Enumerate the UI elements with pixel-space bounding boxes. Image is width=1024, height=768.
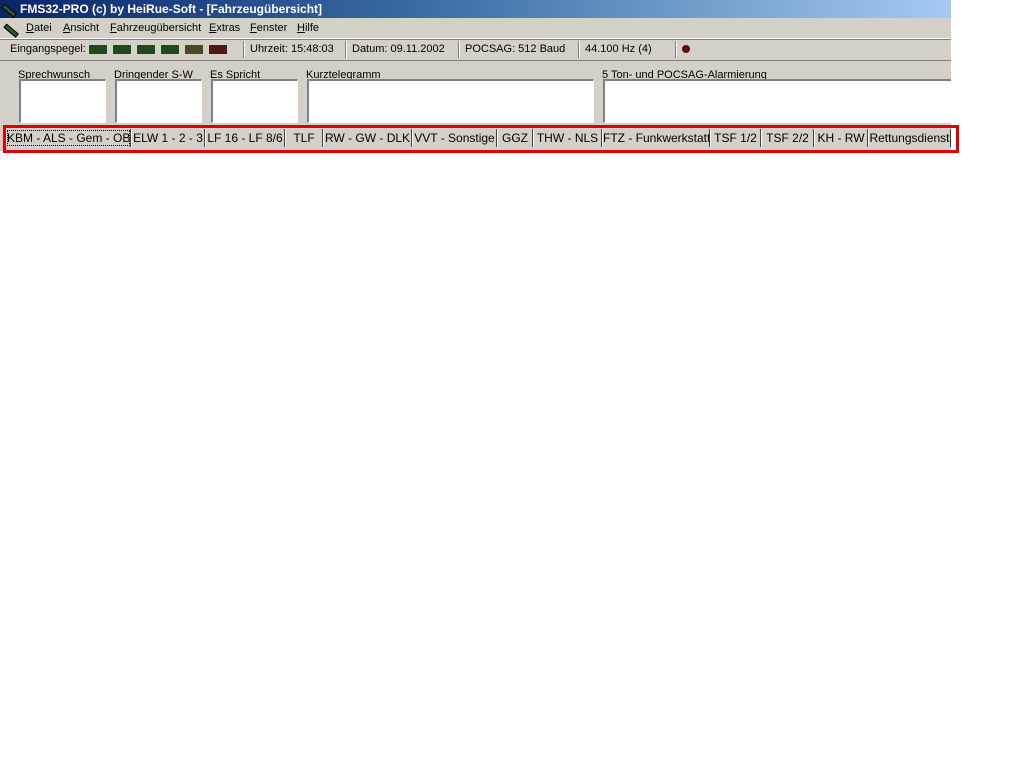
status-bar: Eingangspegel: Uhrzeit: 15:48:03 Datum: … xyxy=(0,39,951,61)
level-led xyxy=(184,44,203,54)
tab-kh-rw[interactable]: KH - RW xyxy=(814,129,868,147)
title-bar: FMS32-PRO (c) by HeiRue-Soft - [Fahrzeug… xyxy=(0,0,951,18)
menu-fahrzeuguebersicht[interactable]: Fahrzeugübersicht xyxy=(110,18,201,38)
input-level-label: Eingangspegel: xyxy=(10,43,86,55)
tab-rettungsdienst[interactable]: Rettungsdienst xyxy=(868,129,951,147)
document-pen-icon[interactable] xyxy=(3,23,19,38)
window-title: FMS32-PRO (c) by HeiRue-Soft - [Fahrzeug… xyxy=(20,2,323,16)
app-pen-icon xyxy=(1,3,17,18)
input-level: Eingangspegel: xyxy=(4,41,244,58)
tab-rw-gw-dlk[interactable]: RW - GW - DLK xyxy=(323,129,412,147)
menu-fenster[interactable]: Fenster xyxy=(250,18,287,38)
menu-ansicht[interactable]: Ansicht xyxy=(63,18,99,38)
time: Uhrzeit: 15:48:03 xyxy=(244,41,346,58)
sample-rate: 44.100 Hz (4) xyxy=(579,41,676,58)
tab-ggz[interactable]: GGZ xyxy=(497,129,533,147)
level-led xyxy=(112,44,131,54)
pocsag-rate: POCSAG: 512 Baud xyxy=(459,41,579,58)
tab-kbm-als-gem-obm[interactable]: KBM - ALS - Gem - OBM xyxy=(6,129,140,147)
menu-extras[interactable]: Extras xyxy=(209,18,240,38)
menu-hilfe[interactable]: Hilfe xyxy=(297,18,319,38)
level-led xyxy=(160,44,179,54)
sprechwunsch-box xyxy=(19,79,106,123)
level-meter xyxy=(88,43,233,55)
tab-ftz-funkwerkstatt[interactable]: FTZ - Funkwerkstatt xyxy=(602,129,710,147)
status-indicator-icon xyxy=(682,45,690,54)
level-led xyxy=(208,44,227,54)
indicator-panel xyxy=(676,41,951,58)
tab-elw-1-2-3[interactable]: ELW 1 - 2 - 3 xyxy=(131,129,205,147)
tab-tsf-1-2[interactable]: TSF 1/2 xyxy=(710,129,761,147)
kurztelegramm-box xyxy=(307,79,594,123)
alarmierung-box xyxy=(603,79,951,123)
level-led xyxy=(136,44,155,54)
tab-thw-nls[interactable]: THW - NLS xyxy=(533,129,602,147)
message-panel: Sprechwunsch Dringender S-W Es Spricht K… xyxy=(0,60,951,126)
menu-bar: Datei Ansicht Fahrzeugübersicht Extras F… xyxy=(0,18,951,38)
menu-datei[interactable]: Datei xyxy=(26,18,52,38)
dringender-sw-box xyxy=(115,79,202,123)
tab-vvt-sonstige[interactable]: VVT - Sonstige xyxy=(412,129,497,147)
tab-tsf-2-2[interactable]: TSF 2/2 xyxy=(761,129,814,147)
es-spricht-box xyxy=(211,79,298,123)
date: Datum: 09.11.2002 xyxy=(346,41,459,58)
tab-lf-16-lf-8-6[interactable]: LF 16 - LF 8/6 xyxy=(205,129,285,147)
level-led xyxy=(88,44,107,54)
tab-tlf[interactable]: TLF xyxy=(285,129,323,147)
